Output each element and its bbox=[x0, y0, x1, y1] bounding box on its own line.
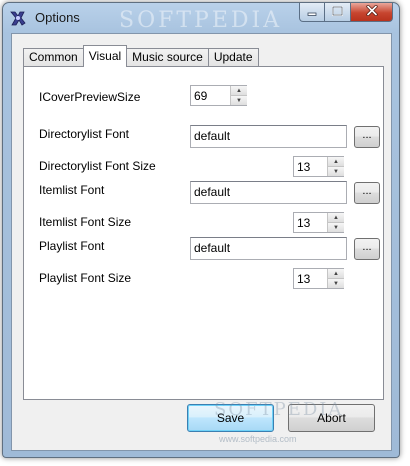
directorylist-font-size-spinner[interactable]: 13 ▲ ▼ bbox=[293, 156, 344, 177]
directorylist-font-label: Directorylist Font bbox=[39, 127, 130, 141]
directorylist-font-browse-button[interactable]: ... bbox=[354, 126, 380, 148]
itemlist-font-browse-button[interactable]: ... bbox=[354, 182, 380, 204]
spin-up-button[interactable]: ▲ bbox=[328, 269, 344, 279]
window-title: Options bbox=[35, 10, 80, 25]
spin-down-button[interactable]: ▼ bbox=[328, 167, 344, 176]
dialog-body: Common Visual Music source Update ICover… bbox=[11, 33, 392, 451]
cover-preview-size-spinner[interactable]: 69 ▲ ▼ bbox=[190, 85, 247, 106]
playlist-font-size-value: 13 bbox=[297, 272, 311, 286]
playlist-font-field[interactable]: default bbox=[190, 237, 347, 260]
tab-strip: Common Visual Music source Update bbox=[23, 45, 259, 67]
directorylist-font-size-value: 13 bbox=[297, 160, 311, 174]
chevron-up-icon: ▲ bbox=[236, 87, 242, 94]
options-window: Options SOFTPEDIA Common Visual Music so… bbox=[2, 2, 400, 458]
chevron-up-icon: ▲ bbox=[333, 214, 339, 221]
cover-preview-size-label: ICoverPreviewSize bbox=[39, 90, 141, 104]
chevron-down-icon: ▼ bbox=[333, 224, 339, 231]
title-bar[interactable]: Options SOFTPEDIA bbox=[3, 3, 399, 33]
spin-up-button[interactable]: ▲ bbox=[328, 213, 344, 223]
minimize-icon bbox=[307, 5, 317, 19]
directorylist-font-field[interactable]: default bbox=[190, 125, 347, 148]
chevron-down-icon: ▼ bbox=[333, 168, 339, 175]
itemlist-font-field[interactable]: default bbox=[190, 181, 347, 204]
spin-down-button[interactable]: ▼ bbox=[328, 279, 344, 288]
tab-music-source[interactable]: Music source bbox=[126, 48, 209, 67]
chevron-down-icon: ▼ bbox=[236, 97, 242, 104]
itemlist-font-size-value: 13 bbox=[297, 216, 311, 230]
chevron-up-icon: ▲ bbox=[333, 158, 339, 165]
spin-up-button[interactable]: ▲ bbox=[231, 86, 247, 96]
spin-down-button[interactable]: ▼ bbox=[328, 223, 344, 232]
chevron-down-icon: ▼ bbox=[333, 280, 339, 287]
spin-down-button[interactable]: ▼ bbox=[231, 96, 247, 105]
visual-tab-panel: ICoverPreviewSize 69 ▲ ▼ Directorylist F… bbox=[23, 66, 384, 400]
itemlist-font-size-spinner[interactable]: 13 ▲ ▼ bbox=[293, 212, 344, 233]
playlist-font-browse-button[interactable]: ... bbox=[354, 238, 380, 260]
spin-up-button[interactable]: ▲ bbox=[328, 157, 344, 167]
minimize-button[interactable] bbox=[299, 3, 325, 22]
maximize-icon bbox=[332, 5, 343, 19]
app-icon[interactable] bbox=[9, 9, 27, 27]
directorylist-font-size-label: Directorylist Font Size bbox=[39, 159, 156, 173]
watermark-logo-bottom: SOFTPEDIA bbox=[214, 399, 344, 420]
playlist-font-size-spinner[interactable]: 13 ▲ ▼ bbox=[293, 268, 344, 289]
tab-visual[interactable]: Visual bbox=[82, 45, 128, 67]
close-button[interactable] bbox=[351, 3, 393, 22]
watermark-url: www.softpedia.com bbox=[219, 434, 297, 444]
tab-update[interactable]: Update bbox=[207, 48, 259, 67]
chevron-up-icon: ▲ bbox=[333, 270, 339, 277]
watermark-logo: SOFTPEDIA bbox=[119, 8, 283, 33]
playlist-font-size-label: Playlist Font Size bbox=[39, 271, 132, 285]
close-icon bbox=[365, 4, 378, 19]
tab-common[interactable]: Common bbox=[23, 48, 84, 67]
cover-preview-size-value: 69 bbox=[194, 89, 208, 103]
playlist-font-label: Playlist Font bbox=[39, 239, 105, 253]
maximize-button[interactable] bbox=[325, 3, 351, 22]
itemlist-font-label: Itemlist Font bbox=[39, 183, 105, 197]
itemlist-font-size-label: Itemlist Font Size bbox=[39, 215, 132, 229]
